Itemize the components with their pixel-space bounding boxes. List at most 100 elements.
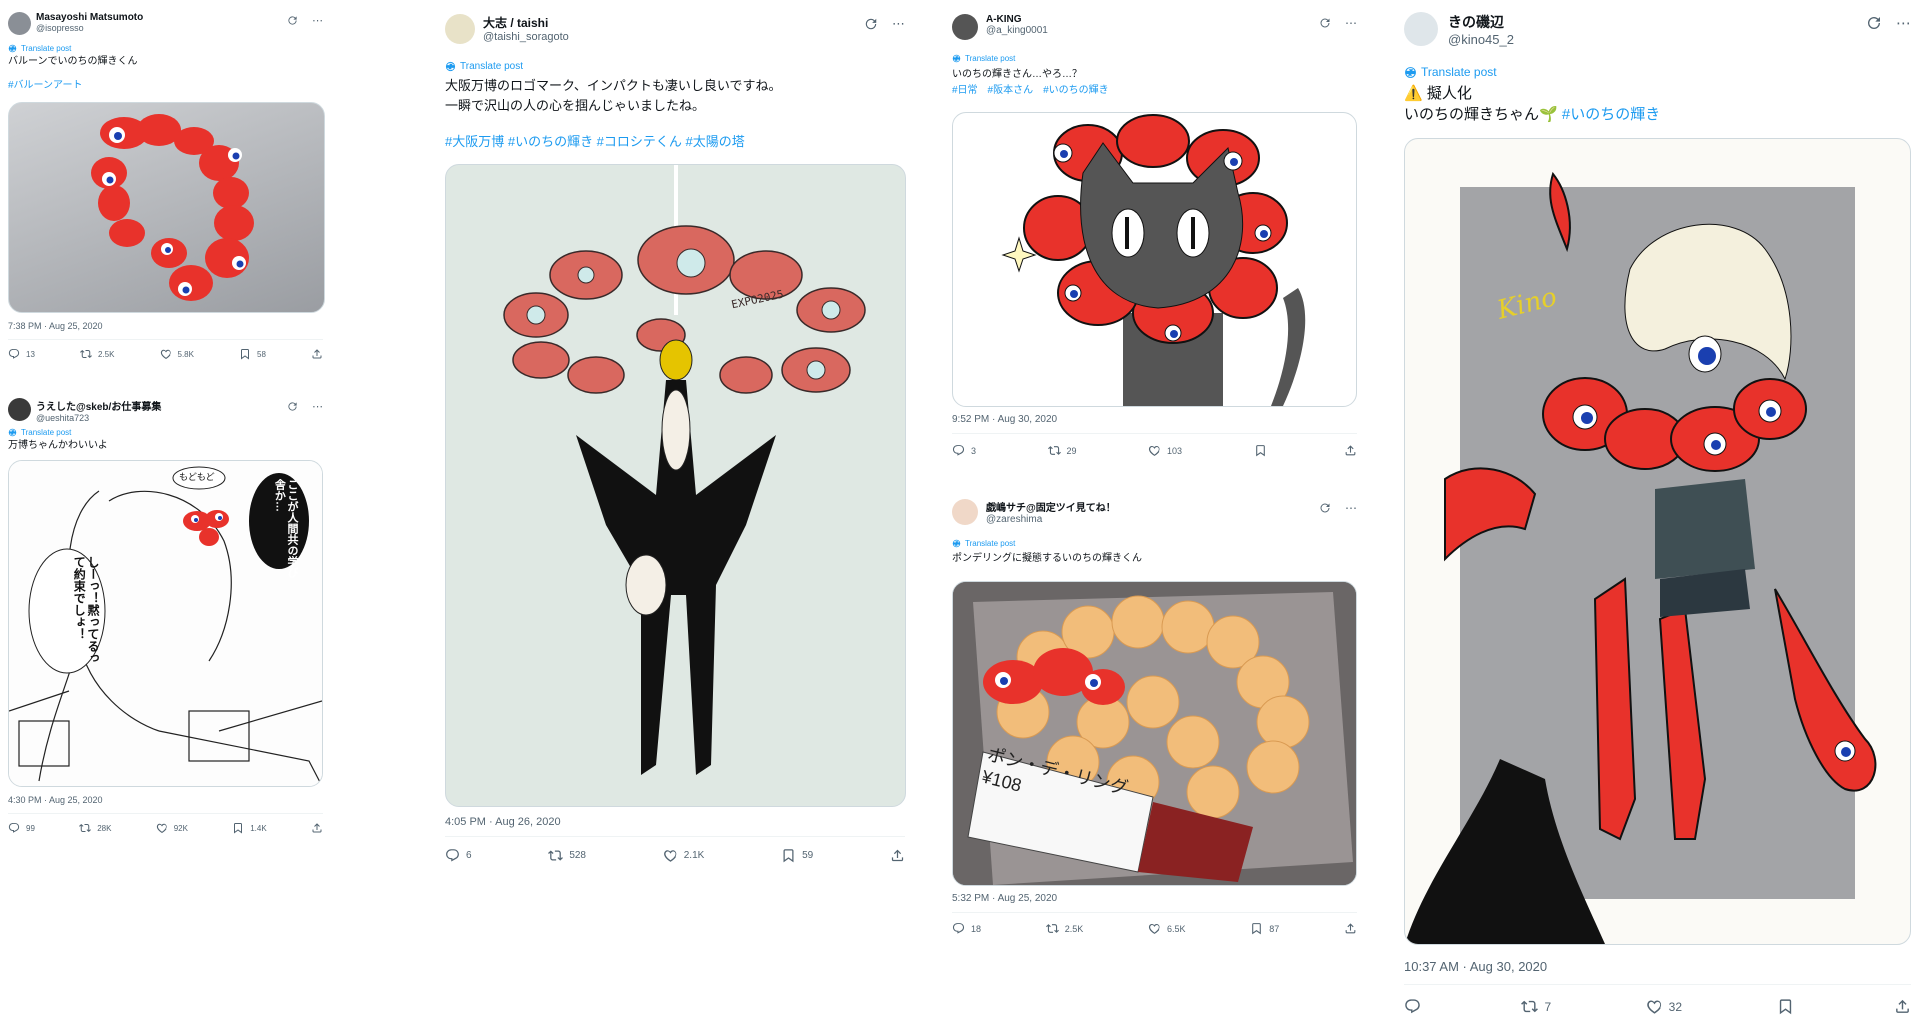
- translate-icon: [8, 428, 17, 437]
- display-name[interactable]: 戯嶋サチ@固定ツイ見てね！: [986, 499, 1116, 514]
- reply-button[interactable]: 6: [445, 848, 472, 863]
- handle[interactable]: @kino45_2: [1448, 32, 1514, 47]
- retweet-button[interactable]: 528: [548, 848, 586, 863]
- tweet-image[interactable]: [8, 102, 325, 313]
- heart-icon: [1148, 444, 1161, 457]
- reply-button[interactable]: 99: [8, 822, 35, 834]
- avatar[interactable]: [8, 12, 31, 35]
- tweet-image[interactable]: ポン・デ・リング ¥108: [952, 581, 1357, 886]
- translate-post-link[interactable]: Translate post: [952, 539, 1015, 548]
- grok-icon[interactable]: [1319, 17, 1331, 29]
- retweet-button[interactable]: 28K: [79, 822, 111, 834]
- retweet-button[interactable]: 7: [1521, 998, 1551, 1015]
- bookmark-button[interactable]: 87: [1250, 922, 1279, 935]
- more-icon[interactable]: ⋯: [312, 400, 323, 413]
- tweet-isopresso: Masayoshi Matsumoto @isopresso ⋯ Transla…: [8, 10, 325, 370]
- retweet-button[interactable]: 29: [1048, 444, 1077, 457]
- display-name[interactable]: A-KING: [986, 14, 1048, 25]
- tweet-image[interactable]: Kino: [1404, 138, 1911, 945]
- action-bar: 18 2.5K 6.5K 87: [952, 922, 1357, 935]
- timestamp[interactable]: 9:52 PM · Aug 30, 2020: [952, 414, 1057, 425]
- grok-icon[interactable]: [287, 401, 298, 412]
- more-icon[interactable]: ⋯: [892, 16, 905, 32]
- more-icon[interactable]: ⋯: [312, 14, 323, 27]
- share-icon: [1344, 444, 1357, 457]
- bookmark-button[interactable]: 59: [781, 848, 813, 863]
- handle[interactable]: @a_king0001: [986, 25, 1048, 36]
- bookmark-button[interactable]: 1.4K: [232, 822, 267, 834]
- avatar[interactable]: [445, 14, 475, 44]
- translate-post-link[interactable]: Translate post: [8, 428, 71, 437]
- grok-icon[interactable]: [1866, 15, 1882, 31]
- bookmark-icon: [239, 348, 251, 360]
- reply-button[interactable]: 18: [952, 922, 981, 935]
- handle[interactable]: @taishi_soragoto: [483, 31, 569, 43]
- like-button[interactable]: 2.1K: [663, 848, 704, 863]
- avatar[interactable]: [8, 398, 31, 421]
- grok-icon[interactable]: [864, 17, 878, 31]
- like-button[interactable]: 92K: [156, 822, 188, 834]
- tweet-image[interactable]: EXPO2025: [445, 164, 906, 807]
- avatar[interactable]: [1404, 12, 1438, 46]
- translate-post-link[interactable]: Translate post: [8, 44, 71, 53]
- share-button[interactable]: [890, 848, 905, 863]
- timestamp[interactable]: 5:32 PM · Aug 25, 2020: [952, 893, 1057, 904]
- more-icon[interactable]: ⋯: [1345, 16, 1357, 30]
- more-icon[interactable]: ⋯: [1345, 501, 1357, 515]
- share-button[interactable]: [311, 348, 323, 360]
- handle[interactable]: @ueshita723: [36, 413, 161, 423]
- hashtags[interactable]: #大阪万博 #いのちの輝き #コロシテくん #太陽の塔: [445, 132, 781, 152]
- bookmark-button[interactable]: [1777, 998, 1800, 1015]
- retweet-button[interactable]: 2.5K: [80, 348, 114, 360]
- bookmark-button[interactable]: 58: [239, 348, 266, 360]
- more-icon[interactable]: ⋯: [1896, 14, 1911, 32]
- handle[interactable]: @isopresso: [36, 23, 143, 33]
- hashtags[interactable]: #いのちの輝き: [1562, 106, 1660, 123]
- bookmark-button[interactable]: [1254, 444, 1273, 457]
- tweet-taishi: 大志 / taishi @taishi_soragoto ⋯ Translate…: [445, 12, 906, 842]
- heart-icon: [663, 848, 678, 863]
- hashtags[interactable]: #バルーンアート: [8, 79, 138, 94]
- illustration-image: [503, 165, 866, 775]
- action-bar: 13 2.5K 5.8K 58: [8, 348, 323, 360]
- display-name[interactable]: 大志 / taishi: [483, 14, 569, 31]
- retweet-button[interactable]: 2.5K: [1046, 922, 1083, 935]
- like-button[interactable]: 32: [1646, 998, 1682, 1015]
- timestamp[interactable]: 4:05 PM · Aug 26, 2020: [445, 816, 561, 828]
- avatar[interactable]: [952, 14, 978, 40]
- like-button[interactable]: 5.8K: [160, 348, 194, 360]
- seedling-icon: 🌱: [1539, 106, 1558, 123]
- grok-icon[interactable]: [287, 15, 298, 26]
- pon-de-ring-illustration: [953, 582, 1356, 885]
- timestamp[interactable]: 7:38 PM · Aug 25, 2020: [8, 321, 103, 331]
- tweet-text-line-1: 大阪万博のロゴマーク、インパクトも凄いし良いですね。: [445, 78, 782, 93]
- translate-post-link[interactable]: Translate post: [1404, 65, 1497, 79]
- display-name[interactable]: Masayoshi Matsumoto: [36, 12, 143, 23]
- display-name[interactable]: うえした@skeb/お仕事募集: [36, 398, 161, 413]
- translate-post-link[interactable]: Translate post: [952, 54, 1015, 63]
- reply-button[interactable]: 13: [8, 348, 35, 360]
- reply-button[interactable]: [1404, 998, 1427, 1015]
- translate-post-link[interactable]: Translate post: [445, 61, 523, 72]
- grok-icon[interactable]: [1319, 502, 1331, 514]
- heart-icon: [156, 822, 168, 834]
- share-button[interactable]: [311, 822, 323, 834]
- bookmark-icon: [1250, 922, 1263, 935]
- hashtags[interactable]: #日常 #阪本さん #いのちの輝き: [952, 83, 1109, 99]
- retweet-count: 7: [1544, 999, 1552, 1014]
- display-name[interactable]: きの磯辺: [1448, 12, 1514, 32]
- translate-icon: [952, 539, 961, 548]
- timestamp[interactable]: 4:30 PM · Aug 25, 2020: [8, 795, 103, 805]
- like-button[interactable]: 103: [1148, 444, 1182, 457]
- share-button[interactable]: [1344, 922, 1357, 935]
- like-button[interactable]: 6.5K: [1148, 922, 1186, 935]
- retweet-count: 29: [1066, 445, 1077, 456]
- tweet-image[interactable]: [952, 112, 1357, 407]
- share-button[interactable]: [1344, 444, 1357, 457]
- reply-button[interactable]: 3: [952, 444, 976, 457]
- share-button[interactable]: [1894, 998, 1911, 1015]
- avatar[interactable]: [952, 499, 978, 525]
- handle[interactable]: @zareshima: [986, 514, 1116, 525]
- timestamp[interactable]: 10:37 AM · Aug 30, 2020: [1404, 959, 1547, 974]
- tweet-image[interactable]: ここが人間共の学び舎か… しーっ！黙ってるって約束でしょ！ もどもど: [8, 460, 323, 787]
